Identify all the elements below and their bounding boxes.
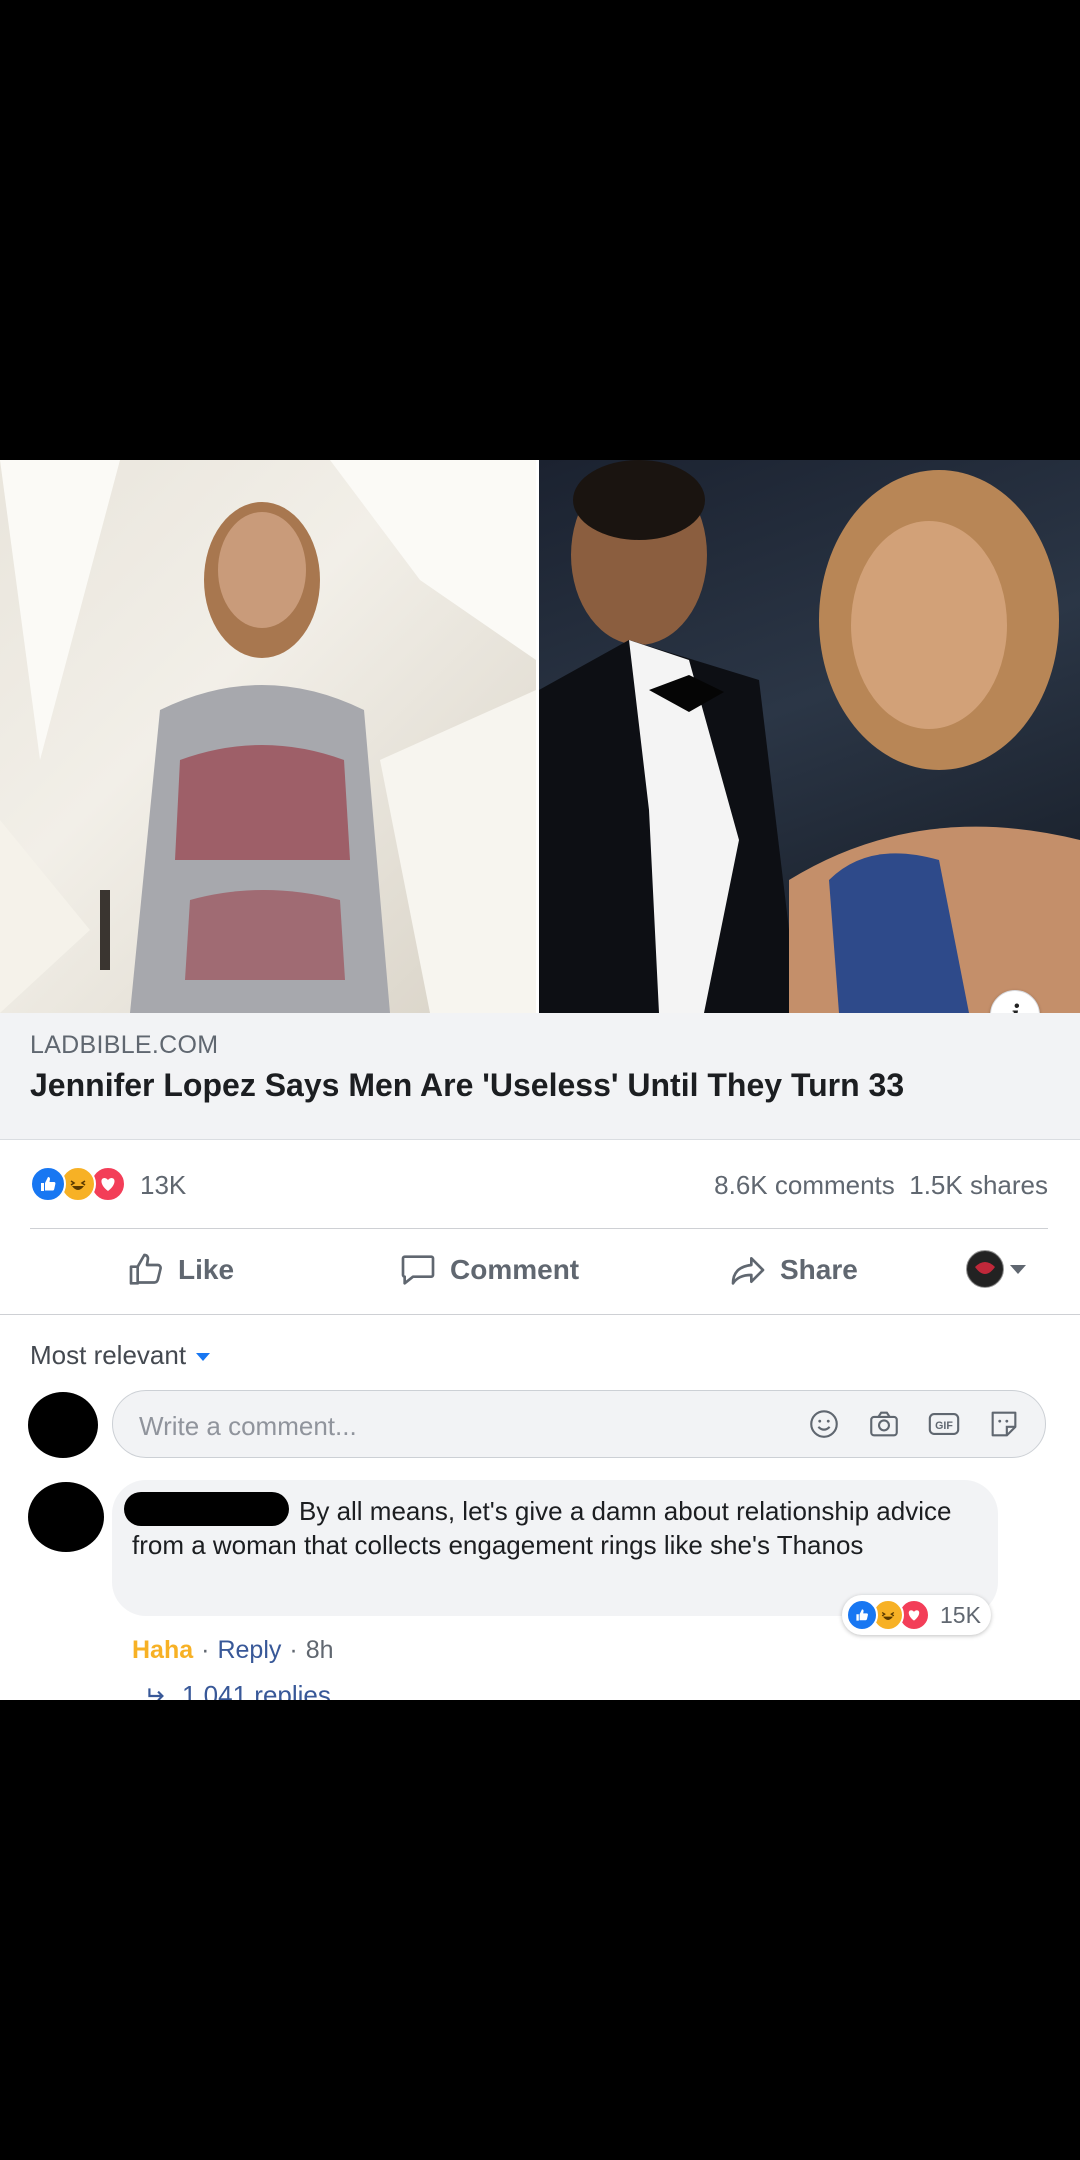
- comment-reactions[interactable]: 15K: [842, 1595, 991, 1635]
- divider: [0, 1314, 1080, 1315]
- reaction-count[interactable]: 13K: [140, 1170, 186, 1201]
- commenter-avatar[interactable]: [28, 1482, 104, 1552]
- comment-button[interactable]: Comment: [398, 1230, 579, 1310]
- composer-icons: GIF: [805, 1405, 1023, 1443]
- profile-avatar: [966, 1250, 1004, 1288]
- redacted-commenter-name: [124, 1492, 289, 1526]
- comment-label: Comment: [450, 1254, 580, 1285]
- shares-count[interactable]: 1.5K shares: [909, 1170, 1048, 1200]
- share-icon: [731, 1257, 765, 1285]
- gif-icon[interactable]: GIF: [925, 1405, 963, 1443]
- comments-shares-count: 8.6K comments 1.5K shares: [714, 1170, 1048, 1201]
- chevron-down-icon: [1010, 1264, 1026, 1274]
- photo-red-carpet: [0, 460, 536, 1013]
- share-label: Share: [780, 1254, 858, 1285]
- chevron-down-icon: [196, 1352, 211, 1361]
- reply-button[interactable]: Reply: [217, 1636, 281, 1665]
- comment-input[interactable]: Write a comment... GIF: [112, 1390, 1046, 1458]
- like-icon: [30, 1166, 66, 1202]
- like-icon: [846, 1599, 878, 1631]
- comment-input-placeholder: Write a comment...: [139, 1411, 357, 1441]
- sticker-icon[interactable]: [985, 1405, 1023, 1443]
- sort-label: Most relevant: [30, 1340, 187, 1370]
- comment-time[interactable]: 8h: [306, 1636, 334, 1665]
- replies-count: 1,041 replies: [182, 1680, 331, 1700]
- link-title[interactable]: Jennifer Lopez Says Men Are 'Useless' Un…: [30, 1067, 904, 1104]
- link-domain: LADBIBLE.COM: [30, 1031, 219, 1059]
- emoji-icon[interactable]: [805, 1405, 843, 1443]
- view-replies-link[interactable]: 1,041 replies: [144, 1680, 331, 1700]
- camera-icon[interactable]: [865, 1405, 903, 1443]
- separator: ·: [201, 1636, 210, 1664]
- comment-icon: [401, 1255, 435, 1285]
- comment-reaction-count: 15K: [940, 1601, 981, 1628]
- share-button[interactable]: Share: [728, 1230, 858, 1310]
- comments-count[interactable]: 8.6K comments: [714, 1170, 895, 1200]
- post-card: i LADBIBLE.COM Jennifer Lopez Says Men A…: [0, 460, 1080, 1700]
- link-preview-image[interactable]: [0, 460, 1080, 1013]
- reaction-icons[interactable]: [30, 1166, 126, 1202]
- avatar[interactable]: [28, 1392, 98, 1458]
- like-button[interactable]: Like: [126, 1230, 234, 1310]
- reply-arrow-icon: [148, 1687, 164, 1700]
- svg-text:GIF: GIF: [935, 1420, 953, 1432]
- reacting-as-selector[interactable]: [966, 1250, 1026, 1288]
- action-bar: Like Comment Share: [0, 1230, 1080, 1310]
- divider: [30, 1228, 1048, 1229]
- comment-meta: Haha · Reply · 8h: [132, 1636, 334, 1665]
- like-label: Like: [178, 1254, 235, 1285]
- reactions-summary: 13K 8.6K comments 1.5K shares: [30, 1166, 1048, 1210]
- comment-sort-dropdown[interactable]: Most relevant: [30, 1340, 211, 1371]
- link-preview[interactable]: LADBIBLE.COM Jennifer Lopez Says Men Are…: [0, 1013, 1080, 1140]
- separator: ·: [289, 1636, 298, 1664]
- haha-reaction-button[interactable]: Haha: [132, 1636, 193, 1665]
- photo-couple: [539, 460, 1080, 1013]
- thumbs-up-icon: [129, 1253, 162, 1285]
